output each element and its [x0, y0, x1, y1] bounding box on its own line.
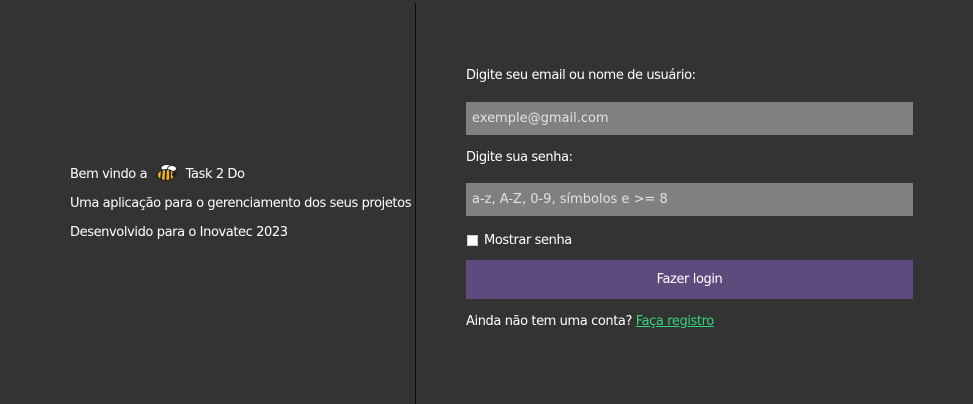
bee-icon	[155, 163, 179, 182]
email-label: Digite seu email ou nome de usuário:	[466, 68, 696, 83]
welcome-heading: Bem vindo a Task 2 Do	[70, 160, 400, 189]
credit-text: Desenvolvido para o Inovatec 2023	[70, 225, 288, 240]
show-password-row: Mostrar senha	[466, 229, 913, 251]
email-input[interactable]	[466, 102, 913, 135]
no-account-text: Ainda não tem uma conta?	[466, 314, 632, 329]
welcome-panel: Bem vindo a Task 2 Do Uma aplicação para…	[70, 160, 412, 247]
register-prompt: Ainda não tem uma conta? Faça registro	[466, 311, 913, 333]
show-password-label[interactable]: Mostrar senha	[484, 233, 572, 248]
app-description: Uma aplicação para o gerenciamento dos s…	[70, 196, 412, 211]
greeting-prefix: Bem vindo a	[70, 167, 148, 182]
show-password-checkbox[interactable]	[467, 234, 478, 246]
login-button[interactable]: Fazer login	[466, 260, 913, 299]
app-name: Task 2 Do	[185, 167, 245, 182]
login-form: Digite seu email ou nome de usuário: Dig…	[466, 62, 913, 333]
register-link[interactable]: Faça registro	[636, 314, 715, 329]
vertical-divider	[415, 3, 416, 404]
login-page: Bem vindo a Task 2 Do Uma aplicação para…	[0, 0, 973, 404]
password-input[interactable]	[466, 183, 913, 216]
password-label: Digite sua senha:	[466, 150, 573, 165]
